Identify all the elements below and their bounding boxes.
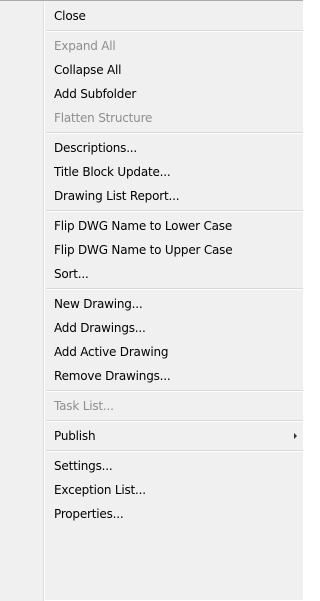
menu-separator	[46, 390, 303, 392]
menu-separator	[46, 30, 303, 32]
menu-separator	[46, 132, 303, 134]
menu-item-sort[interactable]: Sort...	[0, 262, 303, 286]
menu-item-expand-all: Expand All	[54, 39, 116, 53]
context-menu: Close Expand All Collapse All Add Subfol…	[0, 0, 303, 601]
menu-separator	[46, 450, 303, 452]
menu-item-add-drawings[interactable]: Add Drawings...	[0, 316, 303, 340]
menu-item-flatten-structure: Flatten Structure	[54, 111, 153, 125]
menu-item-drawing-list-report[interactable]: Drawing List Report...	[0, 184, 303, 208]
menu-separator	[46, 210, 303, 212]
menu-item-flip-lower-case[interactable]: Flip DWG Name to Lower Case	[0, 214, 303, 238]
menu-item-new-drawing[interactable]: New Drawing...	[0, 292, 303, 316]
menu-item-task-list: Task List...	[54, 399, 114, 413]
menu-separator	[46, 420, 303, 422]
menu-item-settings[interactable]: Settings...	[0, 454, 303, 478]
menu-item-add-active-drawing[interactable]: Add Active Drawing	[0, 340, 303, 364]
menu-item-publish[interactable]: Publish	[0, 424, 303, 448]
menu-item-flip-upper-case[interactable]: Flip DWG Name to Upper Case	[0, 238, 303, 262]
menu-item-remove-drawings[interactable]: Remove Drawings...	[0, 364, 303, 388]
menu-separator	[46, 288, 303, 290]
menu-items: Close Expand All Collapse All Add Subfol…	[0, 4, 303, 526]
menu-item-collapse-all[interactable]: Collapse All	[0, 58, 303, 82]
menu-item-properties[interactable]: Properties...	[0, 502, 303, 526]
menu-item-close[interactable]: Close	[0, 4, 303, 28]
menu-item-descriptions[interactable]: Descriptions...	[0, 136, 303, 160]
menu-item-add-subfolder[interactable]: Add Subfolder	[0, 82, 303, 106]
menu-item-exception-list[interactable]: Exception List...	[0, 478, 303, 502]
submenu-arrow-icon	[294, 433, 297, 439]
menu-item-publish-label: Publish	[54, 429, 96, 443]
menu-item-title-block-update[interactable]: Title Block Update...	[0, 160, 303, 184]
